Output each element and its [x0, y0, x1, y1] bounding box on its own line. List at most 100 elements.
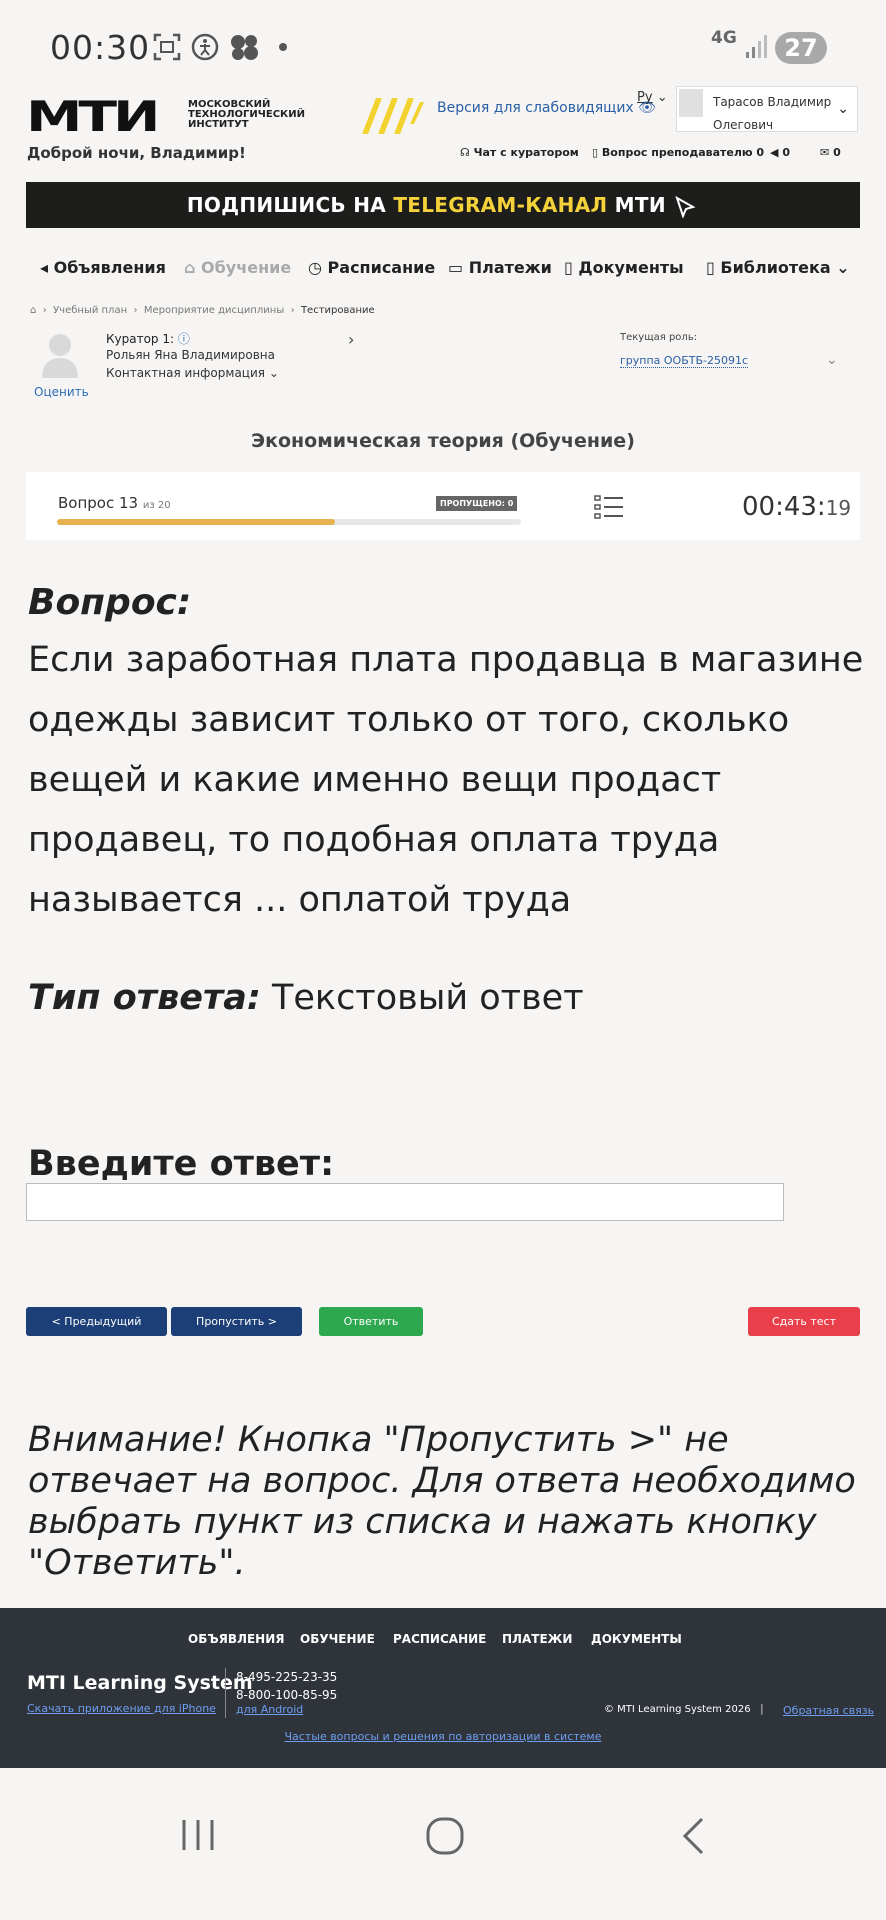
breadcrumb-item[interactable]: Мероприятие дисциплины — [144, 305, 284, 316]
notifications-link[interactable]: ◀ 0 — [770, 146, 790, 159]
footer-nav-education[interactable]: ОБУЧЕНИЕ — [300, 1632, 375, 1646]
question-number: Вопрос 13 из 20 — [58, 494, 171, 512]
faq-link[interactable]: Частые вопросы и решения по авторизации … — [0, 1730, 886, 1743]
answer-label: Введите ответ: — [28, 1144, 335, 1184]
document-icon: ▯ — [564, 258, 573, 277]
messages-link[interactable]: ✉ 0 — [820, 146, 841, 159]
recents-icon[interactable] — [180, 1818, 216, 1852]
progress-bar — [57, 519, 521, 525]
course-title: Экономическая теория (Обучение) — [251, 430, 635, 452]
mail-icon: ✉ — [820, 146, 830, 159]
question-progress-card: Вопрос 13 из 20 ПРОПУЩЕНО: 0 00:43:19 — [26, 472, 860, 540]
ask-teacher-link[interactable]: ▯ Вопрос преподавателю 0 — [592, 146, 764, 159]
curator-panel: Оценить Куратор 1: ⓘ Рольян Яна Владимир… — [26, 330, 866, 402]
chat-curator-link[interactable]: ☊ Чат с куратором — [460, 146, 579, 159]
graduation-cap-icon: ⌂ — [184, 258, 196, 277]
role-select[interactable]: группа ООБТБ-25091с — [620, 354, 749, 368]
curator-label: Куратор 1: ⓘ — [106, 332, 190, 346]
system-nav-bar — [0, 1768, 886, 1920]
nav-item-education[interactable]: ⌂ Обучение — [184, 258, 291, 277]
footer-copyright: © MTI Learning System 2026 — [604, 1704, 751, 1715]
site-footer: ОБЪЯВЛЕНИЯ ОБУЧЕНИЕ РАСПИСАНИЕ ПЛАТЕЖИ Д… — [0, 1608, 886, 1768]
greeting: Доброй ночи, Владимир! — [27, 144, 246, 162]
low-vision-link[interactable]: Версия для слабовидящих 👁 — [437, 100, 656, 116]
progress-fill — [57, 519, 336, 525]
answer-type: Тип ответа: Текстовый ответ — [28, 978, 584, 1018]
user-menu[interactable]: Тарасов Владимир Олегович ⌄ — [676, 86, 858, 132]
logo-text: МТИ — [26, 92, 160, 141]
screenshot-icon — [153, 33, 181, 61]
subheader: Доброй ночи, Владимир! ☊ Чат с куратором… — [0, 140, 886, 170]
home-icon[interactable]: ⌂ — [30, 305, 36, 316]
chevron-down-icon: ⌄ — [837, 101, 849, 117]
help-icon[interactable]: ⓘ — [178, 332, 190, 346]
list-icon[interactable] — [594, 494, 624, 520]
language-select[interactable]: Ру ⌄ — [637, 90, 668, 105]
footer-nav-documents[interactable]: ДОКУМЕНТЫ — [591, 1632, 682, 1646]
headset-icon: ☊ — [460, 146, 470, 159]
chevron-down-icon[interactable]: ⌄ — [826, 352, 838, 368]
back-icon[interactable] — [680, 1816, 708, 1856]
chevron-down-icon: ⌄ — [836, 258, 850, 277]
feedback-link[interactable]: Обратная связь — [783, 1704, 874, 1717]
nav-item-schedule[interactable]: ◷ Расписание — [308, 258, 435, 277]
role-label: Текущая роль: — [620, 332, 698, 343]
skip-warning: Внимание! Кнопка "Пропустить >" не отвеч… — [28, 1420, 856, 1583]
answer-button[interactable]: Ответить — [319, 1307, 423, 1336]
chevron-down-icon: ⌄ — [268, 366, 279, 380]
telegram-banner[interactable]: ПОДПИШИСЬ НА TELEGRAM-КАНАЛ МТИ — [26, 182, 860, 228]
megaphone-icon: ◀ — [770, 146, 779, 159]
status-time: 00:30 — [50, 28, 151, 67]
logo-subtitle: МОСКОВСКИЙ ТЕХНОЛОГИЧЕСКИЙ ИНСТИТУТ — [188, 99, 305, 130]
curator-avatar — [42, 334, 78, 378]
user-name: Тарасов Владимир Олегович — [713, 95, 832, 132]
curator-name: Рольян Яна Владимировна — [106, 348, 275, 362]
footer-phone: 8-495-225-23-35 — [236, 1670, 338, 1684]
nav-item-documents[interactable]: ▯ Документы — [564, 258, 684, 277]
dot-icon — [279, 43, 287, 51]
test-timer: 00:43:19 — [742, 492, 852, 522]
footer-brand: MTI Learning System — [27, 1672, 253, 1694]
main-nav: ◂ Объявления ⌂ Обучение ◷ Расписание ▭ П… — [0, 256, 886, 286]
question-text: Если заработная плата продавца в магазин… — [28, 640, 864, 920]
signal-icon — [746, 35, 767, 58]
book-icon: ▯ — [706, 258, 715, 277]
footer-nav-announcements[interactable]: ОБЪЯВЛЕНИЯ — [188, 1632, 285, 1646]
clock-icon: ◷ — [308, 258, 322, 277]
breadcrumb-current: Тестирование — [300, 305, 375, 316]
footer-nav-payments[interactable]: ПЛАТЕЖИ — [502, 1632, 572, 1646]
previous-button[interactable]: < Предыдущий — [26, 1307, 167, 1336]
accessibility-icon — [191, 33, 219, 61]
megaphone-icon: ◂ — [40, 258, 49, 277]
nav-item-announcements[interactable]: ◂ Объявления — [40, 258, 166, 277]
cursor-icon — [675, 195, 696, 219]
mti-logo[interactable]: МТИ МОСКОВСКИЙ ТЕХНОЛОГИЧЕСКИЙ ИНСТИТУТ — [26, 92, 424, 141]
answer-input[interactable] — [26, 1183, 784, 1221]
breadcrumb-item[interactable]: Учебный план — [53, 305, 127, 316]
nav-item-library[interactable]: ▯ Библиотека ⌄ — [706, 258, 850, 277]
question-heading: Вопрос: — [28, 582, 192, 623]
footer-divider — [225, 1668, 226, 1718]
skip-button[interactable]: Пропустить > — [171, 1307, 302, 1336]
submit-test-button[interactable]: Сдать тест — [748, 1307, 860, 1336]
footer-separator: | — [760, 1702, 764, 1715]
skipped-badge: ПРОПУЩЕНО: 0 — [436, 496, 518, 511]
logo-stripes-icon — [362, 98, 424, 134]
footer-nav-schedule[interactable]: РАСПИСАНИЕ — [393, 1632, 486, 1646]
card-icon: ▭ — [448, 258, 464, 277]
nav-item-payments[interactable]: ▭ Платежи — [448, 258, 552, 277]
network-type: 4G — [711, 28, 737, 48]
breadcrumb: ⌂ › Учебный план › Мероприятие дисциплин… — [30, 305, 375, 316]
book-icon: ▯ — [592, 146, 599, 159]
footer-phone: 8-800-100-85-95 — [236, 1688, 338, 1702]
android-app-link[interactable]: для Android — [236, 1703, 303, 1716]
user-avatar — [679, 89, 703, 117]
rate-curator-link[interactable]: Оценить — [34, 385, 89, 399]
iphone-app-link[interactable]: Скачать приложение для iPhone — [27, 1702, 216, 1715]
curator-contact-toggle[interactable]: Контактная информация ⌄ — [106, 366, 279, 380]
status-bar: 00:30 4G 27 — [0, 0, 886, 92]
bubbles-icon — [231, 35, 258, 60]
chevron-right-icon[interactable]: › — [348, 330, 354, 349]
home-circle-icon[interactable] — [425, 1816, 465, 1856]
chevron-down-icon: ⌄ — [656, 90, 668, 105]
